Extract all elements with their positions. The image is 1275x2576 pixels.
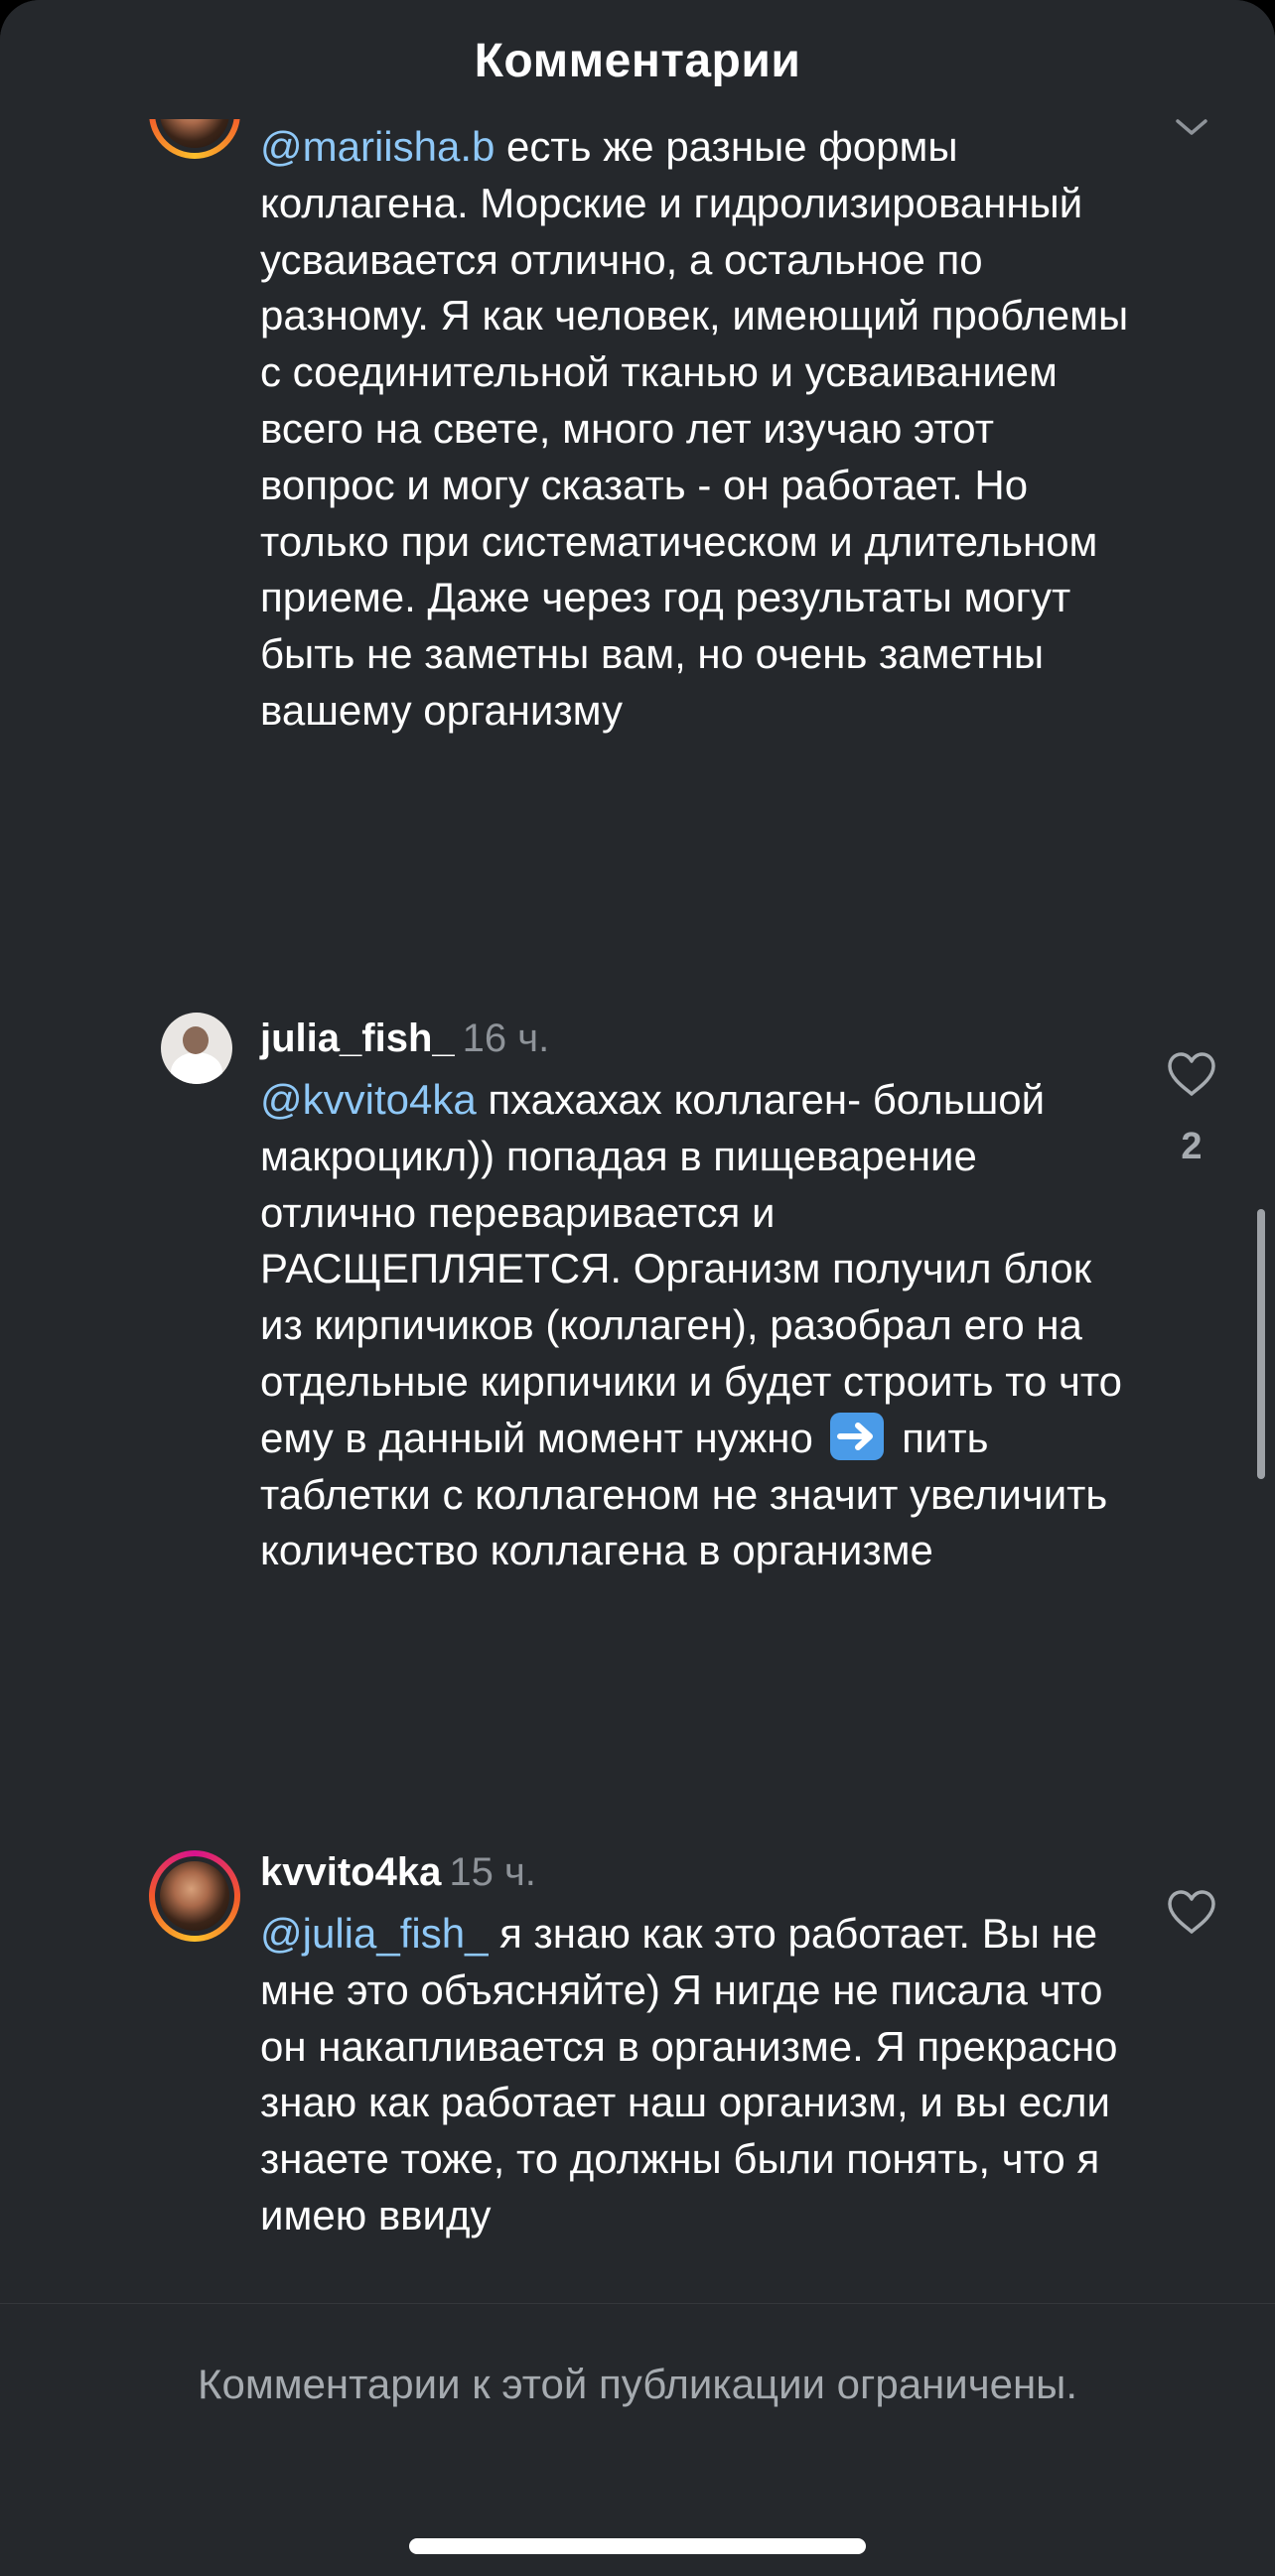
heart-outline-icon[interactable] xyxy=(1166,1888,1217,1936)
comment-body: есть же разные формы коллагена. Морские … xyxy=(260,123,1129,734)
home-indicator[interactable] xyxy=(409,2538,866,2554)
comment-meta: kvvito4ka 15 ч. xyxy=(260,1848,536,1896)
comment-text: @kvvito4ka пхахахах коллаген- большой ма… xyxy=(260,1072,1134,1579)
comment-meta: julia_fish_ 16 ч. xyxy=(260,1015,549,1062)
comments-list[interactable]: @mariisha.b есть же разные формы коллаге… xyxy=(0,0,1275,2303)
divider xyxy=(0,2303,1275,2304)
comment-time: 16 ч. xyxy=(462,1017,550,1060)
avatar-body xyxy=(171,1052,222,1084)
comment-time: 15 ч. xyxy=(449,1850,536,1894)
header: Комментарии xyxy=(0,0,1275,119)
mention-link[interactable]: @kvvito4ka xyxy=(260,1076,477,1123)
avatar-photo xyxy=(160,1861,229,1931)
comments-sheet: @mariisha.b есть же разные формы коллаге… xyxy=(0,0,1275,2576)
right-arrow-emoji xyxy=(830,1412,885,1460)
avatar[interactable] xyxy=(149,1850,240,1942)
comment-text: @julia_fish_ я знаю как это работает. Вы… xyxy=(260,1906,1134,2244)
chevron-down-icon[interactable] xyxy=(1172,111,1211,141)
comment-body: пхахахах коллаген- большой макроцикл)) п… xyxy=(260,1076,1123,1461)
comment-body: я знаю как это работает. Вы не мне это о… xyxy=(260,1910,1118,2238)
avatar[interactable] xyxy=(161,1013,232,1084)
avatar-face xyxy=(183,1026,209,1054)
mention-link[interactable]: @mariisha.b xyxy=(260,123,495,170)
page-title: Комментарии xyxy=(474,35,801,87)
scrollbar[interactable] xyxy=(1257,1209,1265,1479)
comment-username[interactable]: kvvito4ka xyxy=(260,1850,441,1894)
avatar-ring-inner xyxy=(155,1856,234,1936)
like-count[interactable]: 2 xyxy=(1142,1126,1241,1168)
heart-outline-icon[interactable] xyxy=(1166,1050,1217,1098)
footer: Комментарии к этой публикации ограничены… xyxy=(0,2303,1275,2576)
comment-username[interactable]: julia_fish_ xyxy=(260,1017,455,1060)
mention-link[interactable]: @julia_fish_ xyxy=(260,1910,488,1957)
comment-text: @mariisha.b есть же разные формы коллаге… xyxy=(260,119,1134,740)
comments-restricted-notice: Комментарии к этой публикации ограничены… xyxy=(198,2361,1077,2407)
